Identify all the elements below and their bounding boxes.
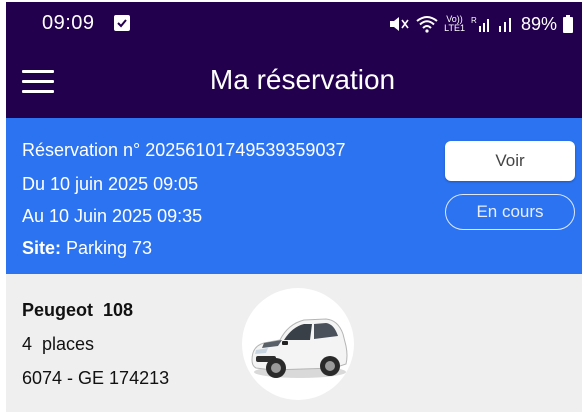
view-button[interactable]: Voir	[445, 141, 575, 181]
volte-indicator: Vo)) LTE1	[444, 15, 465, 33]
message-notification-icon	[114, 15, 130, 31]
status-icons: Vo)) LTE1 R 89%	[388, 12, 573, 36]
site-value: Parking 73	[61, 238, 153, 258]
mute-icon	[388, 15, 410, 33]
signal-r-icon: R	[471, 15, 491, 33]
reservation-end: Au 10 Juin 2025 09:35	[22, 206, 203, 226]
battery-icon	[563, 15, 573, 33]
svg-text:R: R	[471, 16, 477, 25]
reservation-card: Réservation n° 20256101749539359037 Du 1…	[6, 118, 582, 274]
reservation-site: Site: Parking 73	[22, 238, 152, 259]
status-button[interactable]: En cours	[445, 194, 575, 230]
site-label: Site:	[22, 238, 62, 258]
vehicle-card[interactable]: Peugeot 108 4 places 6074 - GE 174213	[6, 274, 582, 412]
page-title: Ma réservation	[209, 64, 396, 95]
vehicle-name: Peugeot 108	[22, 300, 134, 320]
car-icon	[251, 318, 348, 378]
vehicle-plate: 6074 - GE 174213	[22, 368, 170, 388]
reservation-start: Du 10 juin 2025 09:05	[22, 174, 199, 194]
volte-bottom-text: LTE1	[444, 23, 465, 33]
battery-percent: 89%	[520, 13, 557, 34]
wifi-icon	[416, 15, 438, 33]
app-screen: 09:09 Vo)) LTE1 R 89% Ma réservation Rés…	[6, 2, 582, 412]
car-image	[242, 288, 354, 400]
status-bar: 09:09 Vo)) LTE1 R 89%	[6, 2, 582, 46]
reservation-number: Réservation n° 20256101749539359037	[22, 140, 346, 160]
vehicle-seats: 4 places	[22, 334, 95, 354]
signal-icon	[497, 15, 515, 33]
app-bar: Ma réservation	[6, 46, 582, 118]
status-time: 09:09	[42, 12, 95, 34]
